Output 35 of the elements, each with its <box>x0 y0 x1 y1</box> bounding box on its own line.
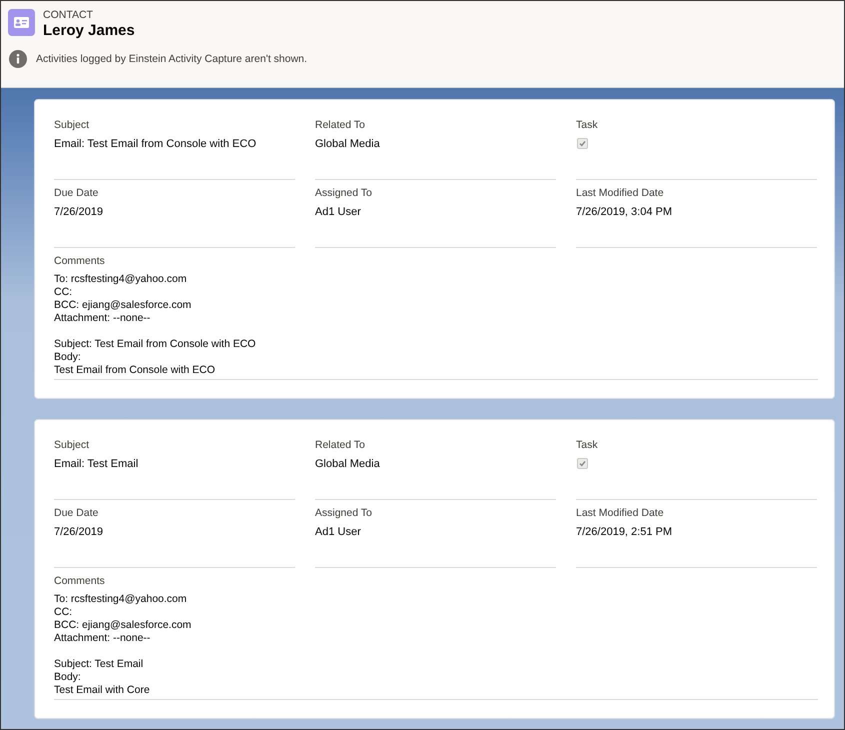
field-label: Due Date <box>54 187 100 199</box>
task-checkbox[interactable] <box>577 138 588 149</box>
field-value: Global Media <box>315 137 381 151</box>
field-label: Assigned To <box>315 187 374 199</box>
field-value: 7/26/2019, 2:51 PM <box>576 525 674 539</box>
comment-text: Subject: Test Email Body: Test Email with Core <box>54 658 151 697</box>
field-value: 7/26/2019, 3:04 PM <box>576 205 674 219</box>
task-checkbox[interactable] <box>577 458 588 469</box>
field-label: Related To <box>315 439 366 451</box>
field-label: Assigned To <box>315 507 374 519</box>
field-label: Due Date <box>54 507 100 519</box>
field-label: Task <box>576 439 599 451</box>
field-label: Last Modified Date <box>576 187 665 199</box>
comment-text: Subject: Test Email from Console with ECO Body: Test Email from Console with ECO <box>54 338 257 377</box>
field-label: Last Modified Date <box>576 507 665 519</box>
field-label: Subject <box>54 119 90 131</box>
field-label: Related To <box>315 119 366 131</box>
field-value: Email: Test Email <box>54 457 140 471</box>
contact-name: Leroy James <box>43 21 135 40</box>
comment-text: To: rcsftesting4@yahoo.com CC: BCC: ejiang@salesforce.com Attachment: --none-- <box>54 593 192 645</box>
field-label: Task <box>576 119 599 131</box>
field-value: Global Media <box>315 457 381 471</box>
field-value: Ad1 User <box>315 525 362 539</box>
notice-text: Activities logged by Einstein Activity Capture aren't shown. <box>36 53 308 65</box>
comment-text: To: rcsftesting4@yahoo.com CC: BCC: ejiang@salesforce.com Attachment: --none-- <box>54 273 192 325</box>
field-label: Comments <box>54 575 106 587</box>
field-label: Subject <box>54 439 90 451</box>
field-value: 7/26/2019 <box>54 205 104 219</box>
contact-card-icon <box>8 9 35 36</box>
object-type: CONTACT <box>43 9 94 21</box>
info-icon <box>9 50 27 68</box>
field-label: Comments <box>54 255 106 267</box>
field-value: 7/26/2019 <box>54 525 104 539</box>
field-value: Ad1 User <box>315 205 362 219</box>
field-value: Email: Test Email from Console with ECO <box>54 137 258 151</box>
